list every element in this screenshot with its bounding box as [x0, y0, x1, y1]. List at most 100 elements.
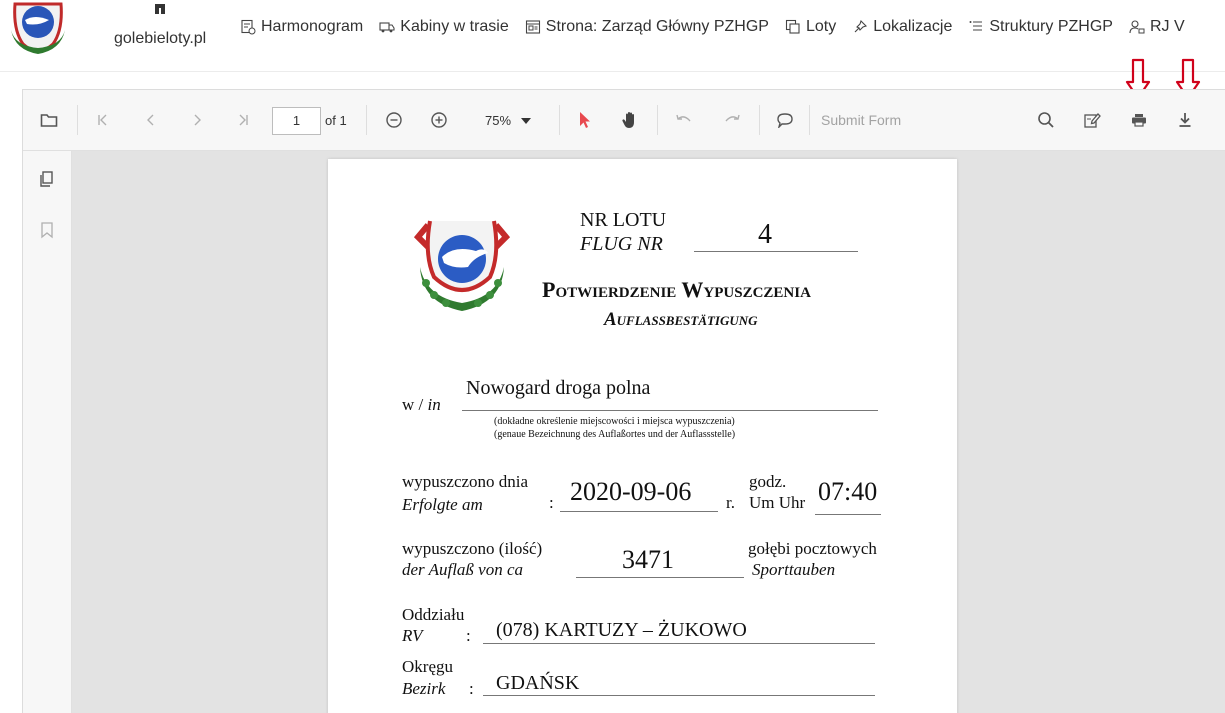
nav-label: RJ V: [1149, 18, 1185, 35]
main-nav: Harmonogram Kabiny w trasie Strona: Zarz…: [240, 16, 1201, 38]
release-time-value: 07:40: [818, 477, 878, 506]
select-tool-button[interactable]: [573, 108, 597, 132]
undo-button[interactable]: [672, 108, 696, 132]
viewer-toolbar: 1 of 1 75% Submit Form: [23, 90, 1225, 151]
chevron-right-icon: [194, 114, 201, 126]
field-underline: [483, 643, 875, 644]
colon: :: [469, 679, 474, 698]
count-unit-de: Sporttauben: [752, 560, 836, 579]
pzhgp-emblem: [414, 220, 510, 311]
nav-loty[interactable]: Loty: [785, 16, 836, 38]
place-note-pl: (dokładne określenie miejscowości i miej…: [494, 416, 735, 427]
field-underline: [462, 410, 878, 411]
district-label: Okręgu: [402, 657, 453, 676]
branch-label: Oddziału: [402, 605, 465, 624]
pzhgp-logo[interactable]: [5, 0, 71, 56]
folder-icon: [40, 114, 58, 127]
page-number-input[interactable]: 1: [272, 107, 321, 135]
zoom-select[interactable]: 75%: [485, 113, 532, 128]
cursor-icon: [580, 112, 590, 128]
previous-page-button[interactable]: [139, 108, 163, 132]
redo-icon: [725, 114, 740, 122]
toolbar-separator: [759, 105, 760, 135]
zoom-out-button[interactable]: [382, 108, 406, 132]
count-label: wypuszczono (ilość): [402, 539, 543, 558]
pan-tool-button[interactable]: [618, 108, 642, 132]
field-underline: [694, 251, 858, 252]
undo-icon: [676, 114, 691, 122]
nav-label: Strona: Zarząd Główny PZHGP: [545, 18, 769, 35]
time-label-de: Um Uhr: [749, 493, 806, 512]
nav-rj[interactable]: RJ V: [1129, 16, 1185, 38]
user-lock-icon: [1129, 19, 1145, 35]
release-date-value: 2020-09-06: [570, 477, 692, 506]
toolbar-separator: [809, 105, 810, 135]
site-name-link[interactable]: golebieloty.pl: [114, 30, 206, 48]
branch-value: (078) KARTUZY – ŻUKOWO: [496, 619, 747, 641]
place-label: w / in: [402, 395, 441, 414]
home-icon[interactable]: [152, 2, 168, 14]
last-page-icon: [239, 114, 248, 126]
pin-icon: [852, 19, 868, 35]
zoom-value: 75%: [485, 113, 512, 128]
nav-label: Lokalizacje: [873, 18, 953, 35]
count-label-de: der Auflaß von ca: [402, 560, 524, 579]
zoom-out-icon: [386, 112, 402, 128]
document-title-de: Auflaßbestätigung: [604, 309, 758, 330]
nav-harmonogram[interactable]: Harmonogram: [240, 16, 363, 38]
pdf-page: NR LOTU FLUG NR 4 Potwierdzenie Wypuszcz…: [328, 159, 957, 713]
next-page-button[interactable]: [185, 108, 209, 132]
edit-annotation-button[interactable]: [1080, 108, 1104, 132]
pigeon-count-value: 3471: [622, 545, 674, 574]
download-button[interactable]: [1173, 108, 1197, 132]
nav-strona-zarzad[interactable]: Strona: Zarząd Główny PZHGP: [525, 16, 769, 38]
first-page-button[interactable]: [91, 108, 115, 132]
district-value: GDAŃSK: [496, 672, 580, 694]
chevron-down-icon: [521, 117, 532, 124]
last-page-button[interactable]: [231, 108, 255, 132]
edit-icon: [1084, 113, 1101, 128]
first-page-icon: [98, 114, 107, 126]
colon: :: [549, 493, 554, 512]
flight-number-value: 4: [758, 219, 772, 250]
field-underline: [576, 577, 744, 578]
flight-number-label-de: FLUG NR: [580, 233, 663, 255]
pdf-viewer: 1 of 1 75% Submit Form NR LOTU FLUG NR 4…: [22, 89, 1225, 713]
thumbnails-icon[interactable]: [39, 171, 55, 189]
nav-lokalizacje[interactable]: Lokalizacje: [852, 16, 952, 38]
field-underline: [815, 514, 881, 515]
date-label: wypuszczono dnia: [402, 472, 529, 491]
list-icon: [968, 19, 984, 35]
zoom-in-button[interactable]: [427, 108, 451, 132]
count-unit: gołębi pocztowych: [748, 539, 877, 558]
toolbar-separator: [77, 105, 78, 135]
release-place-value: Nowogard droga polna: [466, 377, 651, 399]
field-underline: [560, 511, 718, 512]
nav-struktury[interactable]: Struktury PZHGP: [968, 16, 1113, 38]
search-button[interactable]: [1034, 108, 1058, 132]
submit-form-button[interactable]: Submit Form: [821, 112, 901, 128]
comment-button[interactable]: [773, 108, 797, 132]
field-underline: [483, 695, 875, 696]
toolbar-separator: [366, 105, 367, 135]
redo-button[interactable]: [720, 108, 744, 132]
nav-label: Struktury PZHGP: [989, 18, 1113, 35]
site-header: golebieloty.pl Harmonogram Kabiny w tras…: [0, 0, 1225, 72]
bookmark-icon[interactable]: [39, 221, 55, 239]
page-count: of 1: [325, 113, 347, 128]
comment-icon: [777, 113, 793, 128]
colon: :: [466, 626, 471, 645]
toolbar-separator: [657, 105, 658, 135]
place-note-de: (genaue Bezeichnung des Auflaßortes und …: [494, 429, 736, 440]
page-icon: [525, 19, 541, 35]
zoom-in-icon: [431, 112, 447, 128]
open-file-button[interactable]: [37, 108, 61, 132]
print-button[interactable]: [1127, 108, 1151, 132]
district-label-de: Bezirk: [402, 679, 446, 698]
nav-label: Kabiny w trasie: [400, 18, 509, 35]
viewer-side-panel: [23, 151, 72, 713]
flight-number-label: NR LOTU: [580, 209, 667, 231]
nav-label: Loty: [805, 18, 837, 35]
branch-label-de: RV: [402, 626, 423, 645]
nav-kabiny[interactable]: Kabiny w trasie: [379, 16, 509, 38]
